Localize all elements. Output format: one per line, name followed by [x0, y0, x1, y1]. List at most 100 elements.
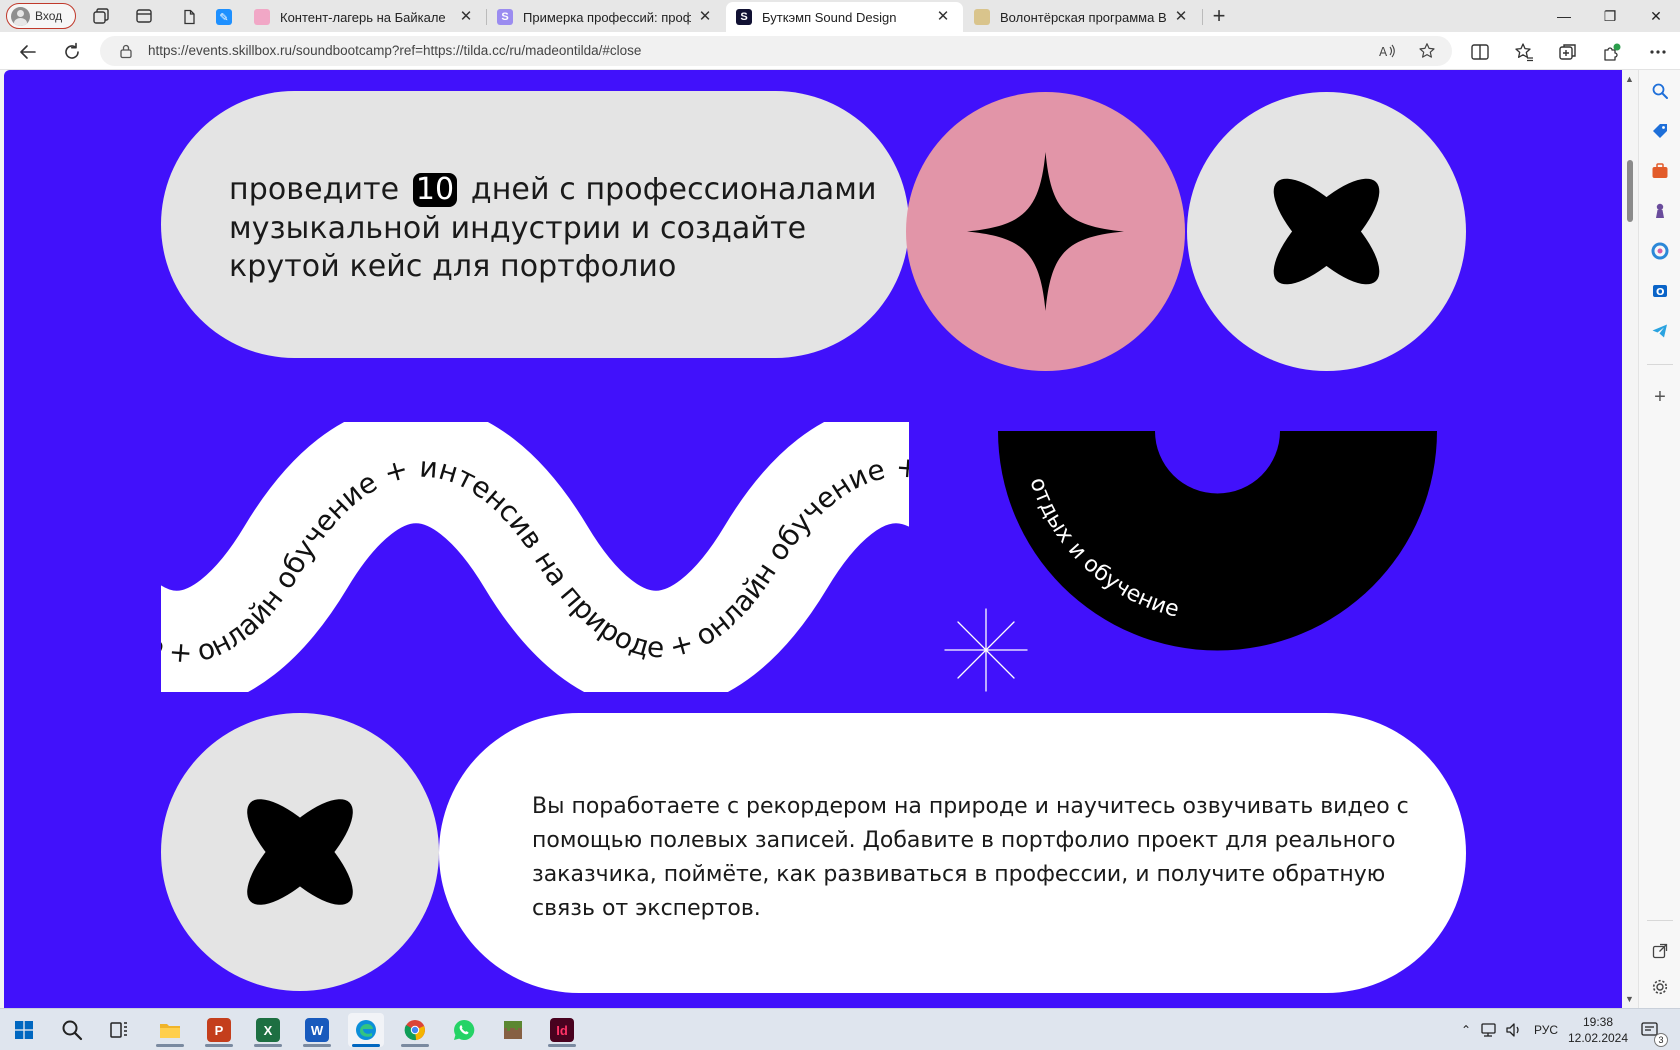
- taskbar-word[interactable]: W: [299, 1013, 335, 1047]
- tab-strip: Вход ✎ Контент-лагерь на Байкале ✕ S При…: [0, 0, 1680, 32]
- running-indicator: [352, 1044, 380, 1047]
- description-card: Вы поработаете с рекордером на природе и…: [439, 713, 1466, 993]
- windows-logo-icon: [15, 1021, 33, 1039]
- tab-4[interactable]: Волонтёрская программа Всеми ✕: [964, 2, 1201, 32]
- outlook-icon[interactable]: O: [1651, 282, 1669, 300]
- tab-title: Буткэмп Sound Design: [762, 9, 897, 25]
- close-icon[interactable]: ✕: [697, 9, 713, 25]
- extensions-icon[interactable]: [1602, 42, 1622, 62]
- speaker-icon[interactable]: [1504, 1021, 1524, 1039]
- grey-circle-left: [161, 713, 439, 991]
- scroll-up-arrow-icon[interactable]: ▲: [1625, 74, 1634, 84]
- close-window-button[interactable]: ✕: [1633, 0, 1679, 32]
- minecraft-icon: [504, 1021, 522, 1039]
- office-icon[interactable]: [1651, 242, 1669, 260]
- address-bar[interactable]: https://events.skillbox.ru/soundbootcamp…: [100, 36, 1452, 66]
- url-text[interactable]: https://events.skillbox.ru/soundbootcamp…: [148, 43, 641, 58]
- notification-center[interactable]: 3: [1640, 1009, 1668, 1050]
- close-icon[interactable]: ✕: [935, 9, 951, 25]
- more-icon[interactable]: [1648, 42, 1668, 62]
- web-page: проведите 10 дней с профессионалами музы…: [4, 70, 1622, 1008]
- refresh-icon[interactable]: [61, 41, 83, 63]
- folder-icon: [160, 1024, 180, 1038]
- svg-text:O: O: [1656, 287, 1665, 298]
- taskbar-edge[interactable]: [348, 1013, 384, 1047]
- tab-favicon: [254, 9, 270, 25]
- taskbar-excel[interactable]: X: [250, 1013, 286, 1047]
- taskbar-chrome[interactable]: [397, 1013, 433, 1047]
- page-scrollbar[interactable]: ▲ ▼: [1622, 70, 1638, 1008]
- games-chess-icon[interactable]: [1651, 202, 1669, 220]
- workspaces-icon[interactable]: [92, 7, 110, 25]
- tab-title: Примерка профессий: профори: [523, 9, 691, 25]
- sidebar-add-button[interactable]: +: [1651, 387, 1669, 407]
- shopping-tag-icon[interactable]: [1651, 122, 1669, 140]
- open-external-icon[interactable]: [1651, 942, 1669, 960]
- read-aloud-icon[interactable]: A: [1378, 42, 1396, 60]
- tab-2[interactable]: S Примерка профессий: профори ✕: [487, 2, 725, 32]
- taskbar-clock[interactable]: 19:38 12.02.2024: [1552, 1014, 1644, 1046]
- minimize-button[interactable]: —: [1541, 0, 1587, 32]
- network-icon[interactable]: [1480, 1021, 1500, 1039]
- split-screen-icon[interactable]: [1470, 42, 1490, 62]
- tab-pinned-2[interactable]: ✎: [210, 2, 244, 32]
- thin-sparkle-icon: [944, 608, 1028, 692]
- taskbar-whatsapp[interactable]: [446, 1013, 482, 1047]
- x-shape-icon: [1273, 178, 1380, 285]
- star-icon[interactable]: [1418, 42, 1436, 60]
- tab-3[interactable]: S Буткэмп Sound Design ✕: [726, 2, 963, 32]
- back-arrow-icon[interactable]: [17, 41, 39, 63]
- navigation-bar: https://events.skillbox.ru/soundbootcamp…: [0, 32, 1680, 70]
- whatsapp-icon: [454, 1019, 475, 1040]
- sidebar-separator: [1647, 920, 1673, 921]
- telegram-icon[interactable]: [1651, 322, 1669, 340]
- windows-taskbar: P X W Id ⌃ РУС 19:38 12.02.2024 3: [0, 1008, 1680, 1050]
- x-shape-icon: [247, 799, 353, 905]
- tab-favicon: [974, 9, 990, 25]
- intro-card: проведите 10 дней с профессионалами музы…: [161, 91, 909, 358]
- task-view-icon: [110, 1022, 127, 1038]
- task-view-button[interactable]: [101, 1013, 137, 1047]
- indesign-icon: Id: [550, 1018, 574, 1042]
- days-badge: 10: [412, 173, 458, 207]
- edge-icon: [356, 1020, 376, 1040]
- sidebar-search-icon[interactable]: [1651, 82, 1669, 100]
- start-button[interactable]: [6, 1013, 42, 1047]
- running-indicator: [205, 1044, 233, 1047]
- grey-circle-right: [1187, 92, 1466, 371]
- vertical-tabs-icon[interactable]: [135, 7, 153, 25]
- intro-text-before: проведите: [229, 172, 409, 207]
- restore-button[interactable]: ❐: [1587, 0, 1633, 32]
- scroll-down-arrow-icon[interactable]: ▼: [1625, 994, 1634, 1004]
- tools-briefcase-icon[interactable]: [1651, 162, 1669, 180]
- pen-app-icon: ✎: [216, 9, 232, 25]
- scroll-thumb[interactable]: [1627, 160, 1633, 222]
- new-tab-button[interactable]: +: [1207, 5, 1231, 29]
- collections-icon[interactable]: [1558, 42, 1578, 62]
- taskbar-powerpoint[interactable]: P: [201, 1013, 237, 1047]
- notification-badge: 3: [1654, 1033, 1668, 1047]
- taskbar-file-explorer[interactable]: [152, 1013, 188, 1047]
- chevron-up-icon[interactable]: ⌃: [1456, 1023, 1476, 1037]
- black-arc: отдых и обучение: [998, 431, 1437, 651]
- close-icon[interactable]: ✕: [458, 9, 474, 25]
- description-text: Вы поработаете с рекордером на природе и…: [532, 794, 1409, 921]
- favorites-icon[interactable]: [1514, 42, 1534, 62]
- tab-1[interactable]: Контент-лагерь на Байкале ✕: [244, 2, 486, 32]
- clock-time: 19:38: [1582, 1015, 1614, 1029]
- intro-text: проведите 10 дней с профессионалами музы…: [229, 171, 909, 287]
- tab-favicon: S: [736, 9, 752, 25]
- profile-button[interactable]: Вход: [6, 3, 76, 29]
- running-indicator: [303, 1044, 331, 1047]
- taskbar-search-button[interactable]: [54, 1013, 90, 1047]
- taskbar-minecraft[interactable]: [495, 1013, 531, 1047]
- running-indicator: [401, 1044, 429, 1047]
- taskbar-indesign[interactable]: Id: [544, 1013, 580, 1047]
- sidebar-settings-gear-icon[interactable]: [1651, 978, 1669, 996]
- wavy-ribbon: природе + онлайн обучение + интенсив на …: [161, 422, 909, 692]
- tab-pinned-1[interactable]: [172, 2, 206, 32]
- lock-icon[interactable]: [118, 43, 134, 59]
- page-icon: [184, 9, 195, 25]
- close-icon[interactable]: ✕: [1173, 9, 1189, 25]
- running-indicator: [548, 1044, 576, 1047]
